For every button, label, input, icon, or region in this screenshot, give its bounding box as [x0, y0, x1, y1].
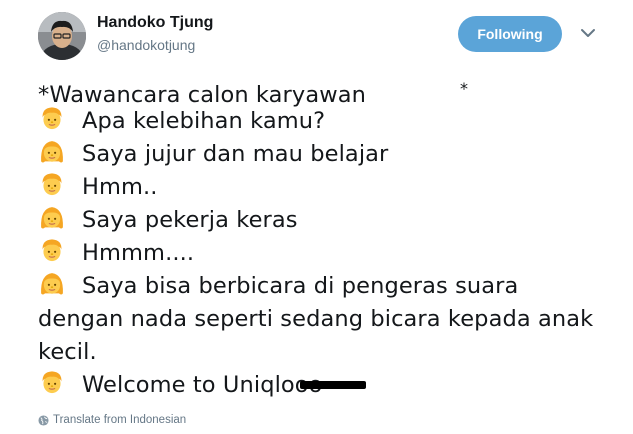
tweet-line-5: Saya pekerja keras [38, 204, 618, 237]
line-text: Apa kelebihan kamu? [82, 108, 326, 134]
tweet-line-7: Saya bisa berbicara di pengeras suara de… [38, 270, 598, 369]
chevron-down-icon[interactable] [579, 26, 597, 40]
line-text: Saya bisa berbicara di pengeras suara de… [38, 273, 594, 365]
following-button[interactable]: Following [458, 16, 562, 52]
line-text: Hmmm.... [82, 240, 195, 266]
woman-emoji-icon [41, 273, 63, 295]
woman-emoji-icon [41, 141, 63, 163]
redaction-bar [300, 381, 366, 389]
username[interactable]: @handokotjung [97, 37, 195, 53]
woman-emoji-icon [41, 207, 63, 229]
line-text: Hmm.. [82, 174, 158, 200]
man-emoji-icon [42, 173, 62, 196]
tweet-line-6: Hmmm.... [38, 237, 618, 270]
tweet-line: *Wawancara calon karyawan * [38, 72, 618, 108]
translate-label[interactable]: Translate from Indonesian [53, 414, 186, 426]
tweet-line-2: Apa kelebihan kamu? [38, 105, 618, 138]
tweet-intro-suffix: * [459, 79, 469, 98]
tweet-text: *Wawancara calon karyawan * Apa kelebihan… [38, 72, 618, 402]
man-emoji-icon [42, 107, 62, 130]
line-text: Welcome to Uniqlooo [82, 372, 323, 398]
tweet-line-3: Saya jujur dan mau belajar [38, 138, 618, 171]
translate-link[interactable]: Translate from Indonesian [38, 414, 186, 426]
user-avatar-photo [38, 12, 86, 60]
tweet-header: Handoko Tjung @handokotjung Following [0, 0, 633, 70]
globe-icon [38, 414, 49, 426]
dialog-lines: Apa kelebihan kamu? Saya jujur dan mau be… [38, 105, 618, 402]
line-text: Saya jujur dan mau belajar [82, 141, 389, 167]
display-name[interactable]: Handoko Tjung [97, 14, 213, 32]
hidden-text [365, 84, 454, 107]
avatar[interactable] [38, 12, 86, 60]
man-emoji-icon [42, 371, 62, 394]
man-emoji-icon [42, 239, 62, 262]
tweet-line-4: Hmm.. [38, 171, 618, 204]
tweet-line-8: Welcome to Uniqlooo [38, 369, 618, 402]
line-text: Saya pekerja keras [82, 207, 298, 233]
